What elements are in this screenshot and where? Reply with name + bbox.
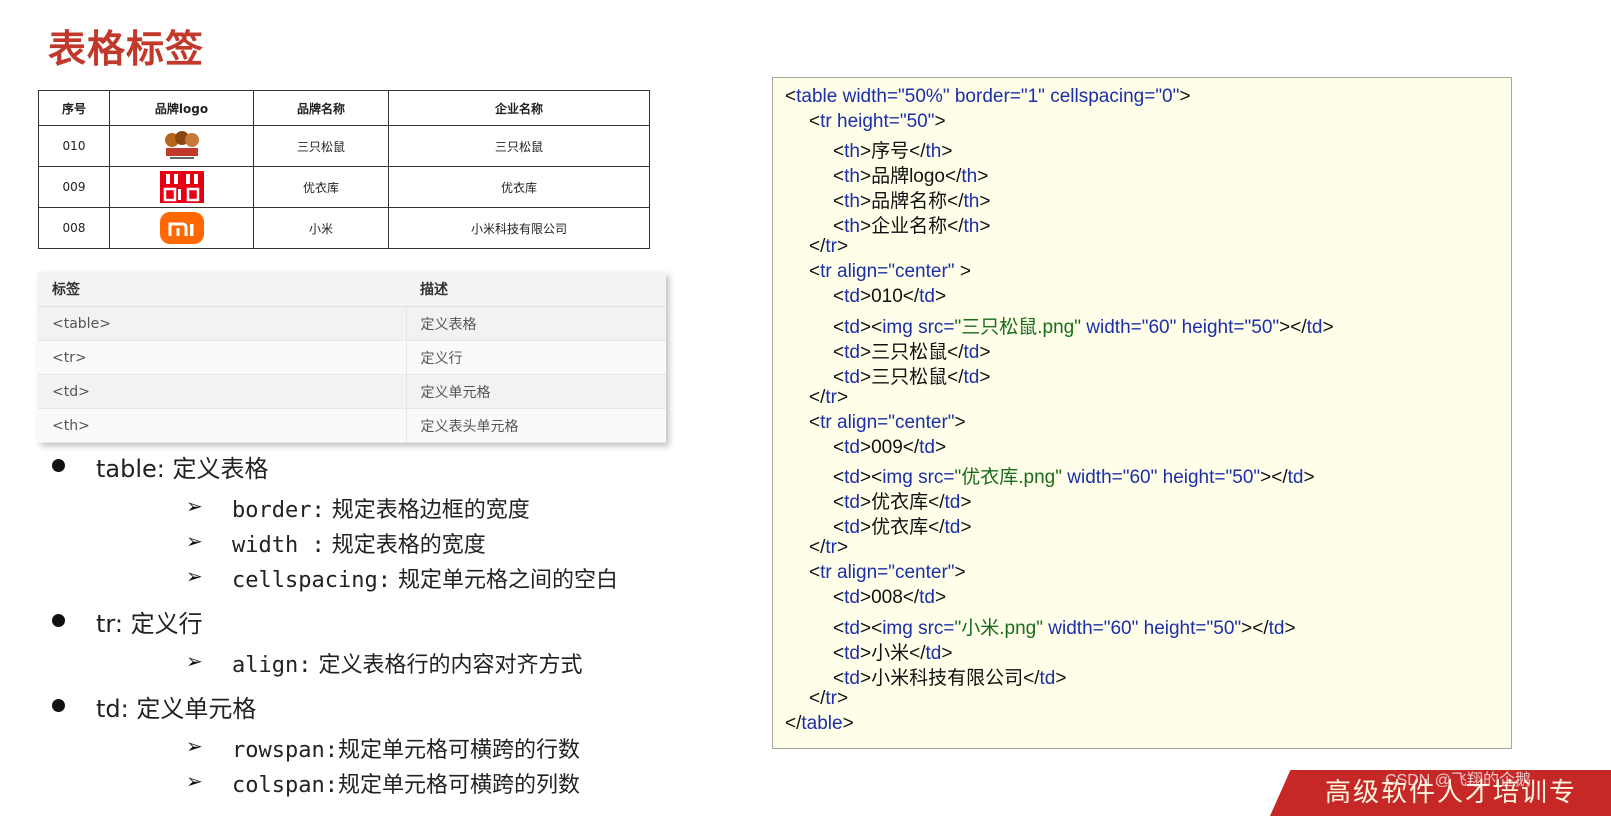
header-index: 序号	[38, 90, 110, 126]
row-company-name: 三只松鼠	[388, 125, 650, 167]
header-tag: 标签	[38, 272, 406, 307]
tag-description: 定义行	[405, 340, 666, 375]
xiaomi-logo-icon	[159, 212, 204, 244]
row-id: 010	[38, 125, 110, 167]
code-line: <td>008</td>	[833, 587, 947, 608]
tag-table: 标签 描述 <table> 定义表格 <tr> 定义行 <td> 定义单元格 <…	[38, 272, 666, 443]
code-line: </tr>	[809, 387, 849, 408]
arrow-icon: ➢	[186, 734, 203, 758]
code-line: <td>009</td>	[833, 437, 947, 458]
code-example-box: <table width="50%" border="1" cellspacin…	[772, 77, 1512, 749]
table-row: <th> 定义表头单元格	[38, 408, 666, 443]
code-line: <th>品牌名称</th>	[833, 191, 991, 212]
code-line: <td>优衣库</td>	[833, 517, 972, 538]
code-line: <tr align="center">	[809, 562, 966, 583]
code-line: <td><img src="三只松鼠.png" width="60" heigh…	[833, 317, 1334, 338]
table-row: 008 小米 小米科技有限公司	[38, 207, 650, 249]
logo-cell	[109, 125, 254, 167]
header-company-name: 企业名称	[388, 90, 650, 126]
row-id: 008	[38, 207, 110, 249]
header-description: 描述	[406, 272, 666, 307]
uniqlo-logo-icon	[159, 171, 204, 203]
tag-description: 定义表头单元格	[405, 408, 666, 443]
sub-bullet: align: 定义表格行的内容对齐方式	[232, 653, 583, 678]
arrow-icon: ➢	[186, 769, 203, 793]
bullet-dot	[52, 459, 65, 472]
sub-bullet: cellspacing: 规定单元格之间的空白	[232, 568, 618, 593]
table-row: <table> 定义表格	[38, 306, 666, 341]
bullet-dot	[52, 699, 65, 712]
code-line: <th>品牌logo</th>	[833, 166, 989, 187]
code-line: </tr>	[809, 236, 849, 257]
sub-bullet: colspan:规定单元格可横跨的列数	[232, 773, 580, 798]
row-brand-name: 三只松鼠	[253, 125, 389, 167]
bullet-dot	[52, 614, 65, 627]
tag-description: 定义表格	[405, 306, 666, 341]
code-line: <td>小米</td>	[833, 643, 953, 664]
row-brand-name: 小米	[253, 207, 389, 249]
tag-name: <th>	[38, 408, 406, 443]
code-line: <td>三只松鼠</td>	[833, 342, 991, 363]
code-line: </table>	[785, 713, 854, 734]
code-line: <tr height="50">	[809, 111, 946, 132]
row-company-name: 优衣库	[388, 166, 650, 208]
arrow-icon: ➢	[186, 649, 203, 673]
bullet-td: td: 定义单元格	[96, 695, 257, 723]
sub-bullet: rowspan:规定单元格可横跨的行数	[232, 738, 580, 763]
header-brand-name: 品牌名称	[253, 90, 389, 126]
sub-bullet: border: 规定表格边框的宽度	[232, 498, 530, 523]
table-row: <tr> 定义行	[38, 340, 666, 375]
watermark: CSDN @飞翔的企鹅	[1385, 772, 1532, 789]
bullet-tr: tr: 定义行	[96, 610, 203, 638]
code-line: </tr>	[809, 688, 849, 709]
sub-bullet: width : 规定表格的宽度	[232, 533, 486, 558]
code-line: <tr align="center" >	[809, 261, 971, 282]
row-company-name: 小米科技有限公司	[388, 207, 650, 249]
table-row: 009 优衣库 优衣库	[38, 166, 650, 208]
code-line: <td>优衣库</td>	[833, 492, 972, 513]
table-row: 010 三只松鼠 三只松鼠	[38, 125, 650, 167]
tag-description: 定义单元格	[405, 374, 666, 409]
code-line: <th>企业名称</th>	[833, 216, 991, 237]
code-line: <td>三只松鼠</td>	[833, 367, 991, 388]
code-line: <td><img src="小米.png" width="60" height=…	[833, 618, 1296, 639]
bullet-table: table: 定义表格	[96, 455, 269, 483]
code-line: <td>010</td>	[833, 286, 947, 307]
code-line: <table width="50%" border="1" cellspacin…	[785, 86, 1191, 107]
brand-table: 序号 品牌logo 品牌名称 企业名称 010 三只松鼠 三只松鼠 009 优衣…	[38, 90, 650, 249]
tag-name: <tr>	[38, 340, 406, 375]
logo-cell	[109, 207, 254, 249]
row-id: 009	[38, 166, 110, 208]
arrow-icon: ➢	[186, 564, 203, 588]
arrow-icon: ➢	[186, 494, 203, 518]
page-title: 表格标签	[48, 27, 205, 71]
table-row: <td> 定义单元格	[38, 374, 666, 409]
code-line: <th>序号</th>	[833, 141, 953, 162]
logo-cell	[109, 166, 254, 208]
code-line: </tr>	[809, 537, 849, 558]
brand-table-header-row: 序号 品牌logo 品牌名称 企业名称	[38, 90, 650, 126]
arrow-icon: ➢	[186, 529, 203, 553]
tag-table-header-row: 标签 描述	[38, 272, 666, 307]
tag-name: <table>	[38, 306, 406, 341]
three-squirrels-logo-icon	[164, 131, 199, 159]
code-line: <td><img src="优衣库.png" width="60" height…	[833, 467, 1315, 488]
code-line: <tr align="center">	[809, 412, 966, 433]
tag-name: <td>	[38, 374, 406, 409]
code-line: <td>小米科技有限公司</td>	[833, 668, 1067, 689]
header-logo: 品牌logo	[109, 90, 254, 126]
row-brand-name: 优衣库	[253, 166, 389, 208]
